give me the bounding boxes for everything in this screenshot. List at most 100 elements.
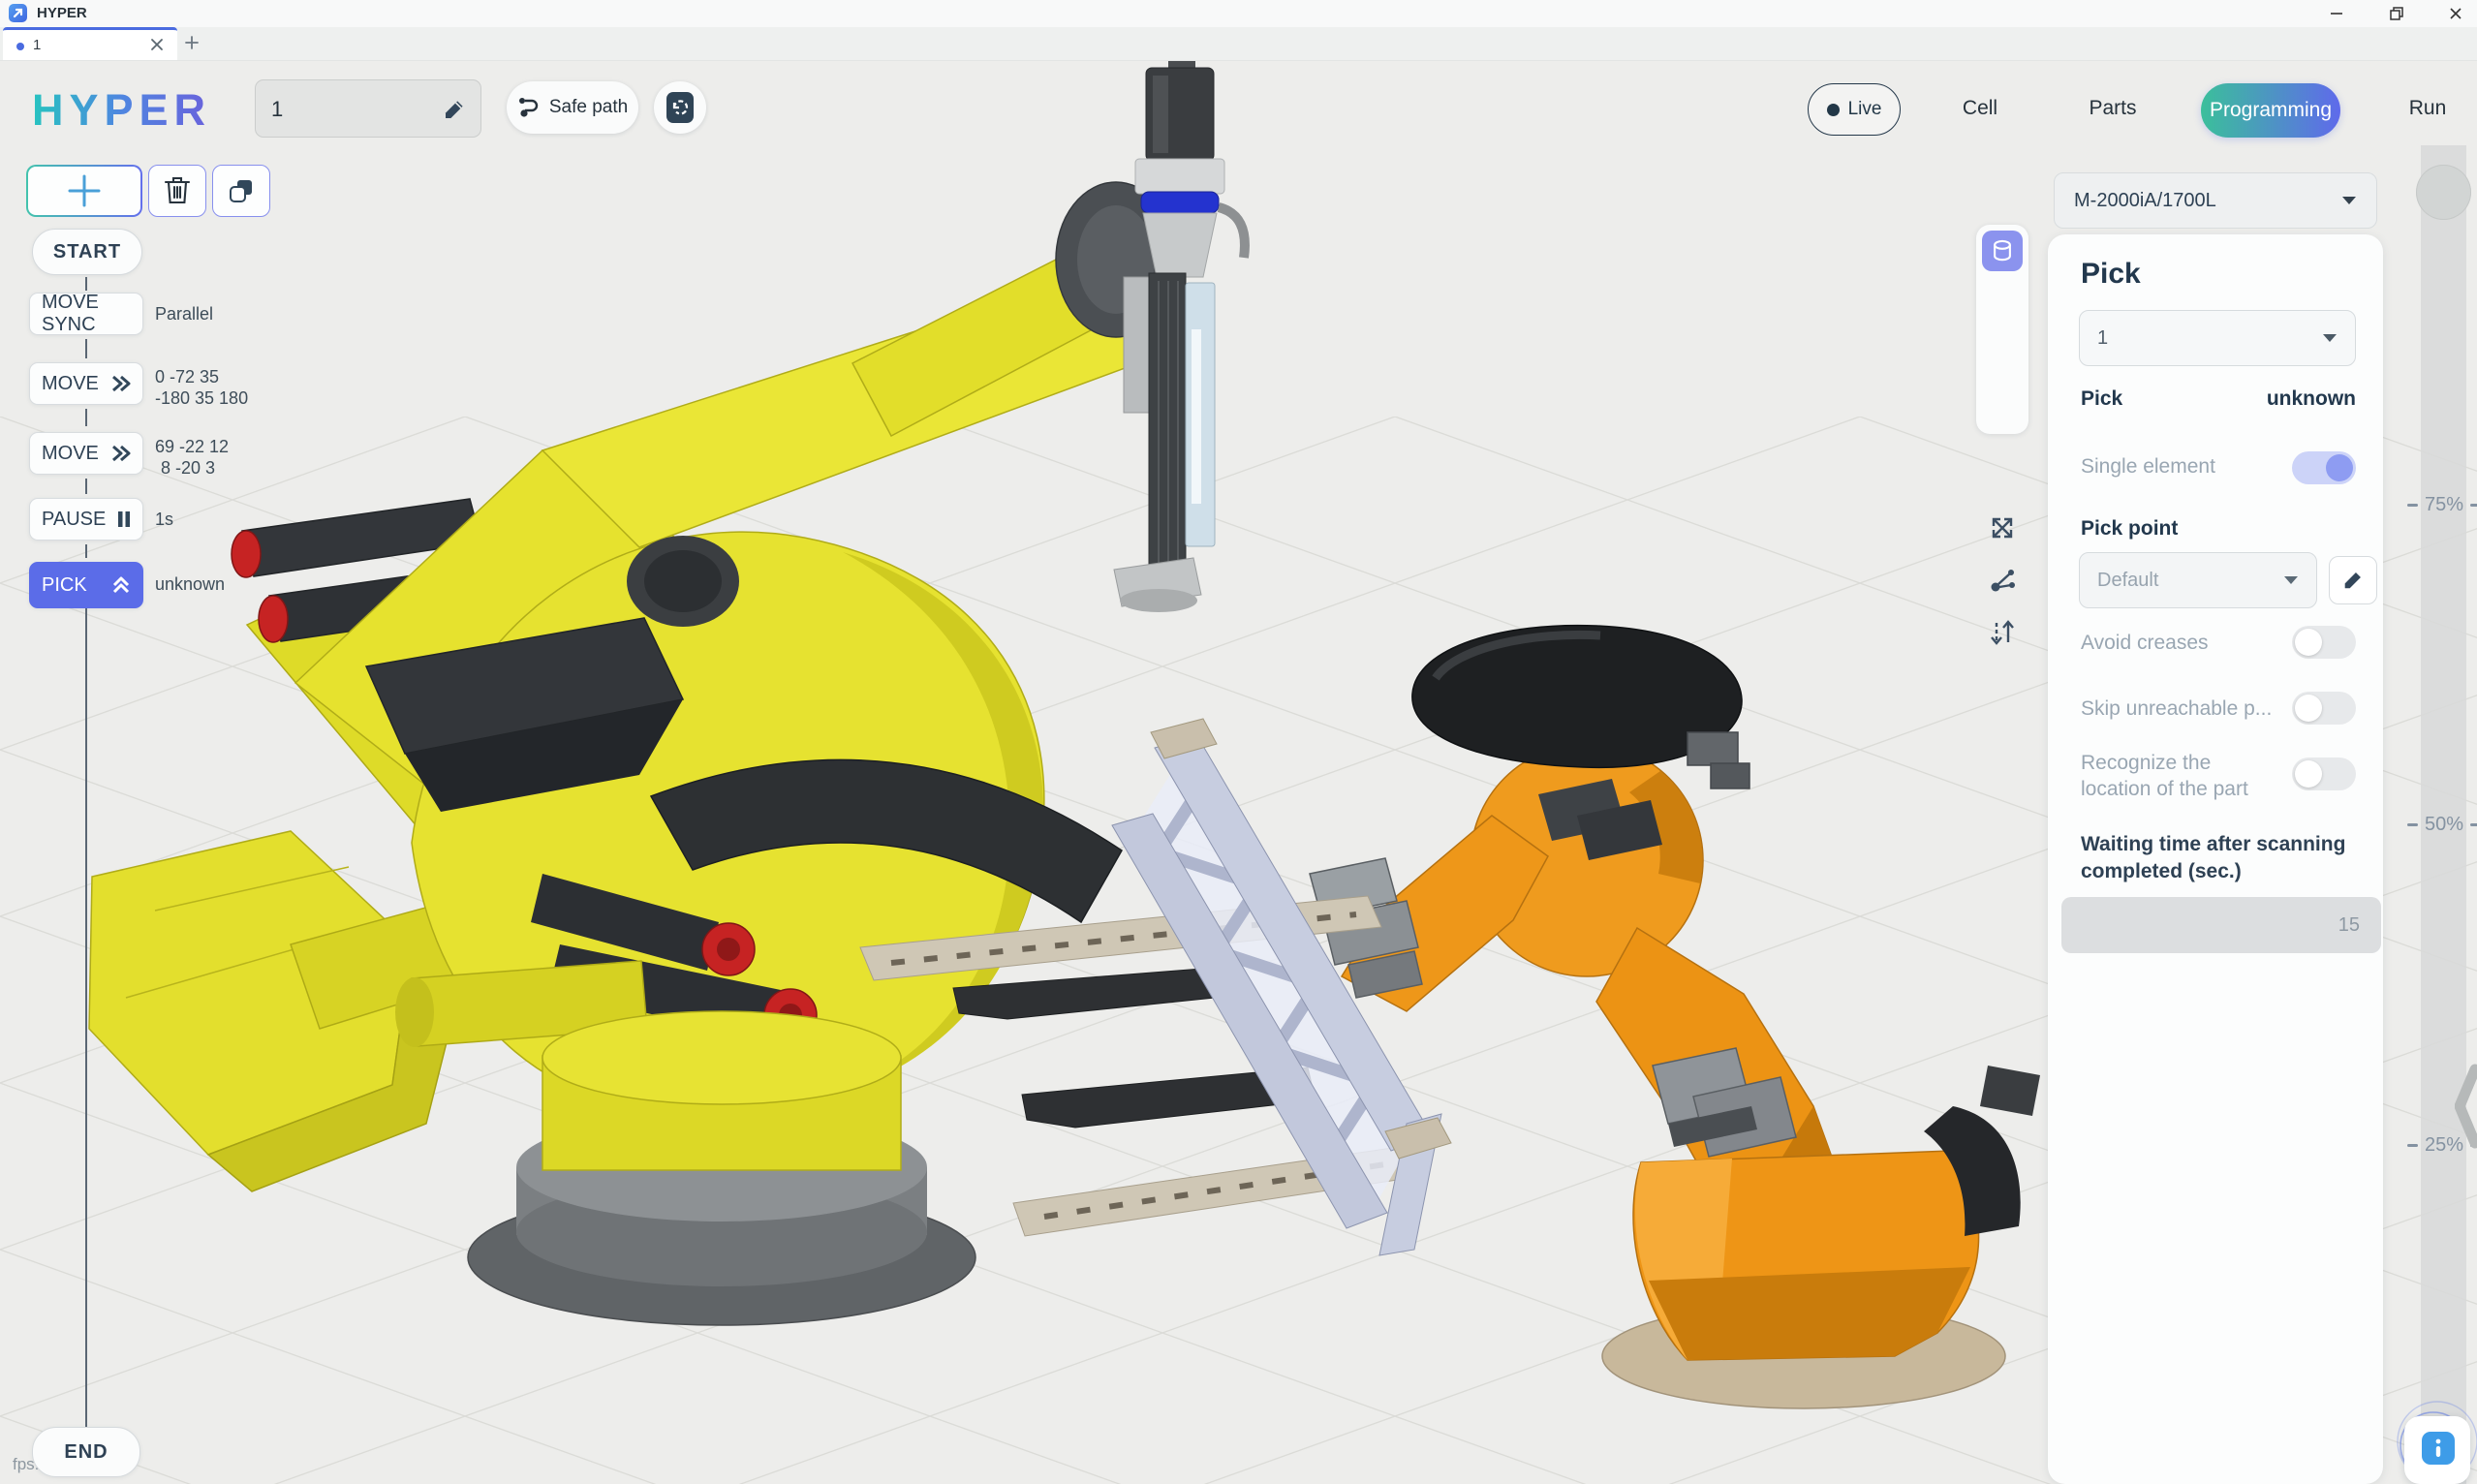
recognize-location-toggle[interactable] xyxy=(2292,757,2356,790)
pick-point-select[interactable]: Default xyxy=(2079,552,2317,608)
live-dot-icon xyxy=(1827,104,1840,116)
fit-view-button[interactable] xyxy=(1987,512,2018,543)
sync-document-button[interactable] xyxy=(654,81,706,134)
cylinder-tool-button[interactable] xyxy=(1982,231,2023,271)
pencil-icon xyxy=(2341,569,2365,592)
pick-instance-value: 1 xyxy=(2097,327,2108,350)
chevron-down-icon xyxy=(2283,575,2299,585)
avoid-creases-toggle[interactable] xyxy=(2292,626,2356,659)
nav-run[interactable]: Run xyxy=(2384,97,2471,126)
pick-point-title: Pick point xyxy=(2081,517,2178,541)
pick-instance-select[interactable]: 1 xyxy=(2079,310,2356,366)
path-nodes-icon xyxy=(1987,565,2018,596)
close-window-button[interactable] xyxy=(2434,0,2477,27)
pick-point-value: Default xyxy=(2097,570,2158,592)
program-name-input[interactable] xyxy=(269,80,438,139)
step-label: PICK xyxy=(42,574,87,597)
toggle-knob xyxy=(2295,629,2322,656)
double-chevron-up-icon xyxy=(111,575,131,595)
marker-label: 50% xyxy=(2425,814,2463,836)
step-detail: 0 -72 35-180 35 180 xyxy=(155,366,248,409)
step-label: MOVE SYNC xyxy=(42,292,131,336)
connector xyxy=(85,339,87,358)
step-label: MOVE xyxy=(42,443,99,465)
program-name-field[interactable] xyxy=(255,79,481,138)
waiting-time-label: Waiting time after scanning completed (s… xyxy=(2081,831,2381,885)
robot-model-select[interactable]: M-2000iA/1700L xyxy=(2054,172,2377,229)
single-element-label: Single element xyxy=(2081,455,2215,479)
start-node[interactable]: START xyxy=(32,229,142,275)
step-move-sync[interactable]: MOVE SYNC xyxy=(29,293,143,335)
tab-bar: 1 xyxy=(0,27,2477,61)
nav-cell[interactable]: Cell xyxy=(1936,97,2024,126)
marker-dash xyxy=(2470,504,2477,507)
marker-dash xyxy=(2407,823,2418,826)
sort-order-button[interactable] xyxy=(1987,617,2018,648)
path-nodes-button[interactable] xyxy=(1987,565,2018,596)
toggle-knob xyxy=(2295,695,2322,722)
window-title: HYPER xyxy=(37,5,87,21)
toggle-knob xyxy=(2326,454,2353,481)
step-pick-selected[interactable]: PICK xyxy=(29,562,143,608)
single-element-toggle[interactable] xyxy=(2292,451,2356,484)
step-move-1[interactable]: MOVE xyxy=(29,362,143,405)
app-logo-icon xyxy=(9,4,27,22)
marker-dash xyxy=(2407,1144,2418,1147)
add-step-button[interactable] xyxy=(26,165,142,217)
double-chevron-right-icon xyxy=(111,445,131,462)
chevron-down-icon xyxy=(2322,333,2338,343)
plus-icon xyxy=(67,173,102,208)
waiting-time-input[interactable] xyxy=(2061,897,2381,953)
expand-icon xyxy=(1987,512,2018,543)
nav-parts[interactable]: Parts xyxy=(2069,97,2156,126)
recognize-location-label: Recognize the location of the part xyxy=(2081,750,2275,802)
step-move-2[interactable]: MOVE xyxy=(29,432,143,475)
double-chevron-right-icon xyxy=(111,375,131,392)
step-detail: 69 -22 128 -20 3 xyxy=(155,436,229,479)
edit-pencil-icon[interactable] xyxy=(442,97,467,122)
avoid-creases-label: Avoid creases xyxy=(2081,632,2209,655)
step-label: PAUSE xyxy=(42,509,106,531)
cylinder-icon xyxy=(1989,237,2016,264)
chevron-down-icon xyxy=(2341,196,2357,205)
step-label: MOVE xyxy=(42,373,99,395)
new-tab-button[interactable] xyxy=(184,35,200,55)
step-pause[interactable]: PAUSE xyxy=(29,498,143,541)
title-bar: HYPER xyxy=(0,0,2477,27)
live-label: Live xyxy=(1848,99,1882,120)
nav-programming[interactable]: Programming xyxy=(2201,83,2340,138)
edit-pick-point-button[interactable] xyxy=(2329,556,2377,604)
tab-program-1[interactable]: 1 xyxy=(3,27,177,60)
restore-button[interactable] xyxy=(2375,0,2418,27)
connector xyxy=(85,277,87,291)
safe-path-button[interactable]: Safe path xyxy=(507,81,638,134)
connector xyxy=(85,479,87,494)
tab-close-icon[interactable] xyxy=(150,38,164,56)
skip-unreachable-toggle[interactable] xyxy=(2292,692,2356,725)
end-node[interactable]: END xyxy=(32,1427,140,1477)
end-label: END xyxy=(64,1441,108,1464)
collapse-drawer-handle[interactable] xyxy=(2455,1062,2477,1156)
copy-icon xyxy=(227,176,256,205)
toggle-knob xyxy=(2295,760,2322,788)
scale-marker-75: 75% xyxy=(2391,492,2477,517)
info-button[interactable] xyxy=(2422,1432,2455,1465)
connector-long xyxy=(85,608,87,1427)
duplicate-step-button[interactable] xyxy=(212,165,270,217)
info-icon xyxy=(2430,1438,2447,1458)
sync-document-icon xyxy=(665,90,696,125)
robot-model-value: M-2000iA/1700L xyxy=(2074,190,2216,212)
panel-title: Pick xyxy=(2081,258,2141,291)
skip-unreachable-label: Skip unreachable p... xyxy=(2081,697,2272,721)
tab-label: 1 xyxy=(33,37,41,53)
step-detail: 1s xyxy=(155,509,173,530)
pick-inspector-card: Pick 1 Pick unknown Single element Pick … xyxy=(2048,234,2383,1484)
safe-path-label: Safe path xyxy=(549,97,628,118)
delete-step-button[interactable] xyxy=(148,165,206,217)
connector xyxy=(85,544,87,558)
scale-marker-50: 50% xyxy=(2391,812,2477,837)
zoom-rail-thumb[interactable] xyxy=(2416,165,2471,220)
minimize-button[interactable] xyxy=(2315,0,2358,27)
live-toggle[interactable]: Live xyxy=(1808,83,1901,136)
up-down-arrows-icon xyxy=(1987,617,2018,648)
